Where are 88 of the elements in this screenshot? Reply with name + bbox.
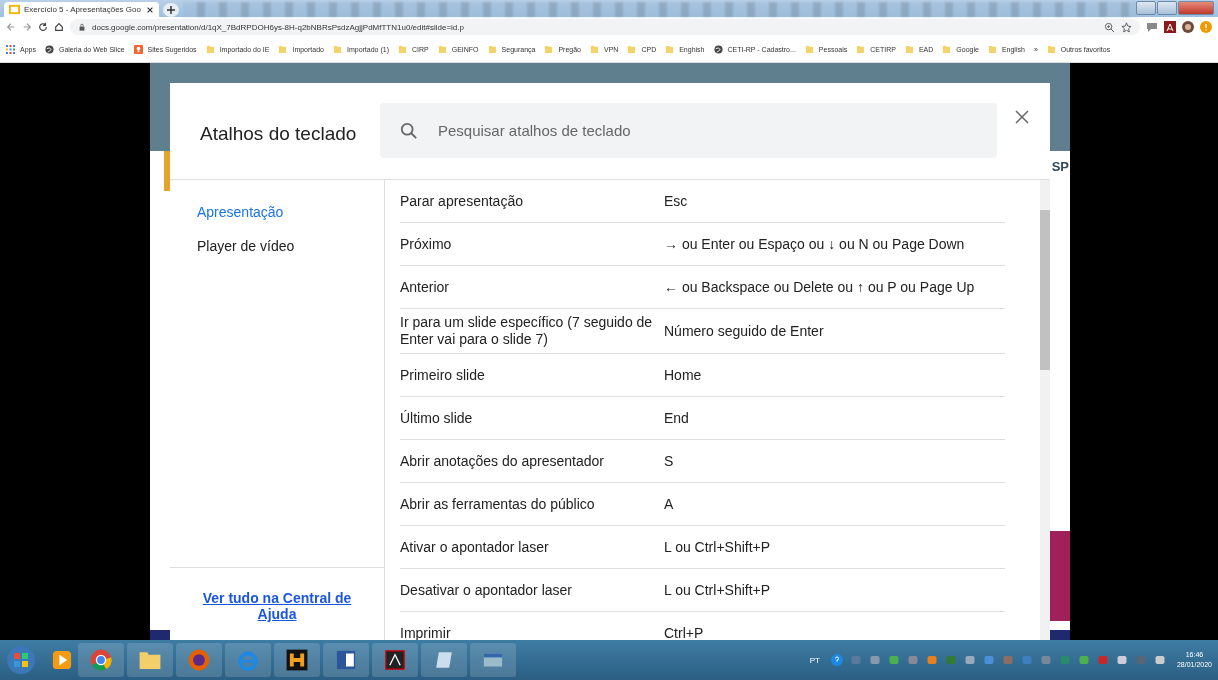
window-icon[interactable]: [470, 643, 516, 677]
help-icon[interactable]: [830, 654, 843, 666]
globe-icon: [713, 45, 723, 54]
shortcut-action: Último slide: [400, 408, 474, 428]
category-item[interactable]: Player de vídeo: [170, 230, 384, 264]
search-bar[interactable]: Pesquisar atalhos de teclado: [380, 103, 997, 158]
firefox-icon[interactable]: [176, 643, 222, 677]
shortcut-action: Imprimir: [400, 623, 452, 640]
forward-icon[interactable]: [22, 22, 32, 32]
document-icon[interactable]: [323, 643, 369, 677]
shortcut-action: Abrir as ferramentas do público: [400, 494, 596, 514]
lock-icon: [78, 23, 86, 31]
folder-icon: [942, 45, 952, 54]
shortcut-action: Próximo: [400, 234, 453, 254]
folder-icon: [487, 45, 497, 54]
notepad-icon[interactable]: [421, 643, 467, 677]
shortcut-keys: A: [664, 496, 674, 512]
shortcut-keys: ← ou Backspace ou Delete ou ↑ ou P ou Page Up: [664, 279, 975, 295]
reload-icon[interactable]: [38, 22, 48, 32]
shortcut-action: Ativar o apontador laser: [400, 537, 550, 557]
shortcut-keys: Número seguido de Enter: [664, 323, 824, 339]
tray-icon[interactable]: [963, 654, 976, 666]
tray-icon[interactable]: [982, 654, 995, 666]
language-indicator[interactable]: PT: [809, 655, 820, 665]
folder-icon: [278, 45, 288, 54]
accent-bar: [164, 151, 170, 191]
close-icon[interactable]: [146, 5, 154, 14]
shortcut-keys: Home: [664, 367, 702, 383]
bulb-icon: [133, 45, 143, 54]
tray-icon[interactable]: [1039, 654, 1052, 666]
folder-icon: [332, 45, 342, 54]
search-icon: [400, 121, 418, 140]
apps-icon: [6, 45, 15, 54]
scrollbar[interactable]: [1040, 180, 1050, 640]
start-button[interactable]: [6, 645, 36, 675]
avatar-icon[interactable]: [1182, 21, 1194, 33]
star-icon[interactable]: [1121, 21, 1132, 33]
address-bar[interactable]: docs.google.com/presentation/d/1qX_7BdRPDOH6ys-8H-q2bNBRsPsdzAgjjPdMfTTN1u0/edit#slide=id.p: [70, 19, 1140, 35]
folder-icon: [398, 45, 407, 54]
folder-icon: [1046, 45, 1056, 54]
shortcut-keys: Esc: [664, 193, 688, 209]
home-icon[interactable]: [54, 22, 64, 32]
slides-icon: [9, 4, 20, 15]
folder-icon: [856, 45, 866, 54]
tray-icon[interactable]: [868, 654, 881, 666]
folder-icon: [627, 45, 637, 54]
category-item[interactable]: Apresentação: [170, 196, 384, 230]
shortcut-keys: End: [664, 410, 689, 426]
close-icon[interactable]: [1014, 109, 1030, 125]
zoom-icon[interactable]: [1104, 21, 1115, 33]
browser-tab[interactable]: Exercício 5 - Apresentações Goo: [4, 2, 159, 17]
folder-icon: [804, 45, 814, 54]
folder-icon: [205, 45, 215, 54]
alert-icon[interactable]: [1200, 21, 1212, 33]
folder-icon: [544, 45, 554, 54]
globe-icon: [44, 45, 54, 54]
slide-text: SP: [1051, 159, 1069, 174]
app-icon[interactable]: [274, 643, 320, 677]
chrome-icon[interactable]: [78, 643, 124, 677]
shortcut-action: Abrir anotações do apresentador: [400, 451, 605, 471]
window-controls[interactable]: [1136, 1, 1214, 15]
shortcut-keys: Ctrl+P: [664, 625, 704, 640]
tray-icon[interactable]: [906, 654, 919, 666]
folder-icon: [904, 45, 914, 54]
shortcut-keys: L ou Ctrl+Shift+P: [664, 539, 771, 555]
tray-icon[interactable]: [1115, 654, 1128, 666]
help-link[interactable]: Ver tudo na Central de Ajuda: [202, 590, 352, 640]
shortcut-action: Ir para um slide específico (7 seguido de Enter vai para o slide 7): [400, 313, 654, 349]
folder-icon: [590, 45, 599, 54]
tray-icon[interactable]: [887, 654, 900, 666]
search-field[interactable]: Pesquisar atalhos de teclado: [436, 121, 997, 140]
shortcut-keys: L ou Ctrl+Shift+P: [664, 582, 771, 598]
new-tab-icon[interactable]: [163, 3, 179, 17]
folder-icon: [987, 45, 997, 54]
shortcut-keys: S: [664, 453, 674, 469]
dialog-title: Atalhos do teclado: [199, 123, 358, 145]
back-icon[interactable]: [6, 22, 16, 32]
folder-icon: [437, 45, 447, 54]
shortcut-keys: → ou Enter ou Espaço ou ↓ ou N ou Page Down: [664, 236, 965, 252]
tray-icon[interactable]: [1153, 654, 1166, 666]
folder-icon: [665, 45, 675, 54]
shortcut-action: Primeiro slide: [400, 365, 486, 385]
shortcut-action: Desativar o apontador laser: [400, 580, 573, 600]
tray-icon[interactable]: [1077, 654, 1090, 666]
folder-icon[interactable]: [127, 643, 173, 677]
shortcut-action: Anterior: [400, 277, 451, 297]
tray-icon[interactable]: [925, 654, 938, 666]
shortcut-action: Parar apresentação: [400, 191, 524, 211]
